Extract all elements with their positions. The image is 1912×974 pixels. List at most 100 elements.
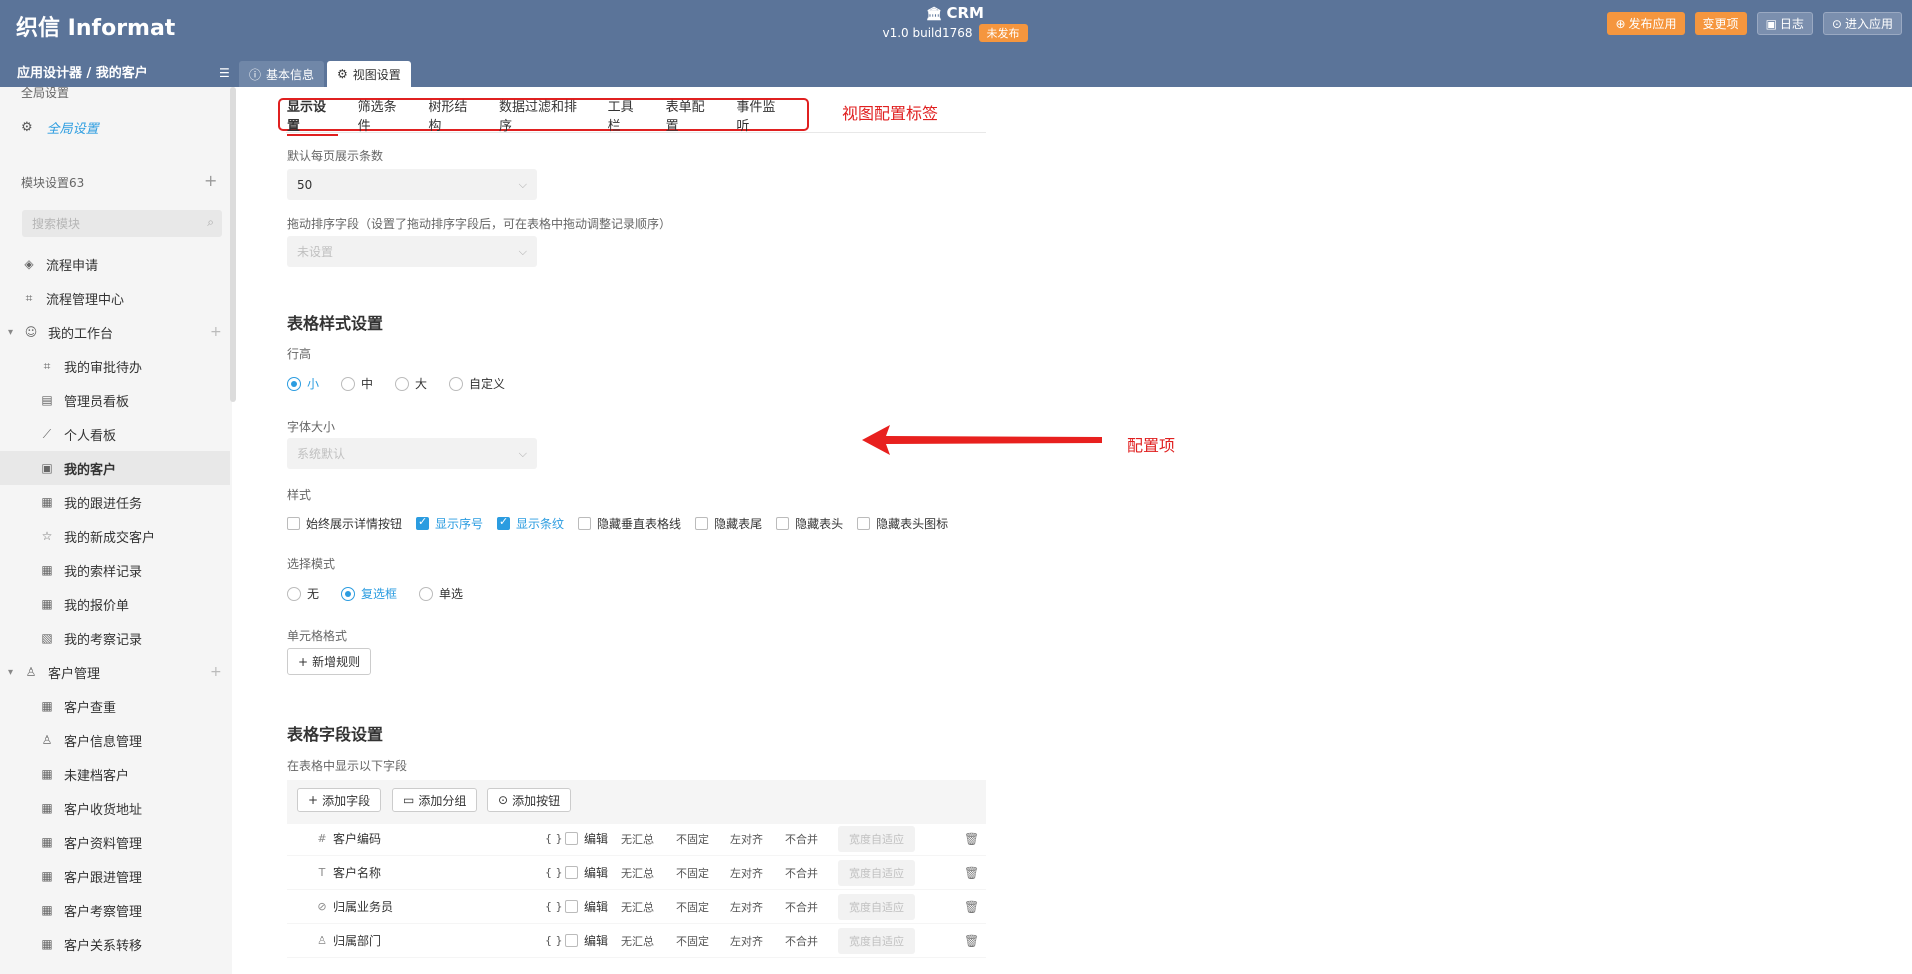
sidebar-item[interactable]: ▦ 客户跟进管理 <box>0 859 230 893</box>
option-hide-header[interactable]: 隐藏表头 <box>776 515 843 532</box>
tab-view-settings[interactable]: ⚙ 视图设置 <box>327 61 411 87</box>
sidebar-scrollbar[interactable] <box>230 87 236 402</box>
sidebar-item-selected[interactable]: ▣ 我的客户 <box>0 451 230 485</box>
expression-icon[interactable]: { } <box>545 832 563 845</box>
width-input[interactable]: 宽度自适应 <box>838 893 915 920</box>
module-search-input[interactable]: 搜索模块 ⌕ <box>22 210 222 237</box>
add-module-icon[interactable]: + <box>204 171 217 190</box>
tab-tree-structure[interactable]: 树形结构 <box>428 100 479 134</box>
sidebar: 全局设置 ⚙ 全局设置 模块设置63 + 搜索模块 ⌕ ◈ 流程申请 ⌗ 流程管理中… <box>0 87 232 974</box>
sidebar-item[interactable]: ◈ 流程申请 <box>0 247 230 281</box>
card-icon: ▣ <box>41 461 53 475</box>
fixed-select[interactable]: 不固定 <box>676 831 709 847</box>
summary-select[interactable]: 无汇总 <box>621 865 654 881</box>
sidebar-item[interactable]: ▦ 客户关系转移 <box>0 927 230 961</box>
add-field-button[interactable]: + 添加字段 <box>297 788 382 812</box>
sidebar-item[interactable]: ▦ 客户查重 <box>0 689 230 723</box>
option-show-stripes[interactable]: 显示条纹 <box>497 515 564 532</box>
option-hide-footer[interactable]: 隐藏表尾 <box>695 515 762 532</box>
sidebar-item[interactable]: ▦ 客户收货地址 <box>0 791 230 825</box>
align-select[interactable]: 左对齐 <box>730 933 763 949</box>
changes-button[interactable]: 变更项 <box>1694 12 1747 35</box>
sidebar-item[interactable]: ▧ 我的考察记录 <box>0 621 230 655</box>
add-icon[interactable]: + <box>210 324 222 340</box>
tab-display-settings[interactable]: 显示设置 <box>287 100 338 136</box>
sidebar-item[interactable]: ▦ 客户考察管理 <box>0 893 230 927</box>
merge-select[interactable]: 不合并 <box>785 933 818 949</box>
enter-app-button[interactable]: ⊙ 进入应用 <box>1822 12 1902 35</box>
drag-sort-select[interactable]: 未设置 ⌵ <box>287 236 537 267</box>
width-input[interactable]: 宽度自适应 <box>838 825 915 852</box>
summary-select[interactable]: 无汇总 <box>621 933 654 949</box>
edit-checkbox[interactable]: 编辑 <box>565 864 608 881</box>
trash-icon[interactable]: 🗑 <box>964 866 979 880</box>
trash-icon[interactable]: 🗑 <box>964 934 979 948</box>
fixed-select[interactable]: 不固定 <box>676 865 709 881</box>
add-rule-button[interactable]: + 新增规则 <box>287 648 372 675</box>
summary-select[interactable]: 无汇总 <box>621 899 654 915</box>
page-size-select[interactable]: 50 ⌵ <box>287 169 537 200</box>
sidebar-item[interactable]: ⌗ 我的审批待办 <box>0 349 230 383</box>
add-icon[interactable]: + <box>210 664 222 680</box>
summary-select[interactable]: 无汇总 <box>621 831 654 847</box>
merge-select[interactable]: 不合并 <box>785 865 818 881</box>
width-input[interactable]: 宽度自适应 <box>838 859 915 886</box>
trash-icon[interactable]: 🗑 <box>964 832 979 846</box>
tab-form-config[interactable]: 表单配置 <box>666 100 717 134</box>
sidebar-item[interactable]: ⌗ 流程管理中心 <box>0 281 230 315</box>
sidebar-item[interactable]: ▦ 未建档客户 <box>0 757 230 791</box>
edit-checkbox[interactable]: 编辑 <box>565 830 608 847</box>
option-hide-header-icon[interactable]: 隐藏表头图标 <box>857 515 948 532</box>
expression-icon[interactable]: { } <box>545 866 563 879</box>
sidebar-item[interactable]: ♙ 客户信息管理 <box>0 723 230 757</box>
merge-select[interactable]: 不合并 <box>785 831 818 847</box>
align-select[interactable]: 左对齐 <box>730 831 763 847</box>
add-group-button[interactable]: ▭ 添加分组 <box>392 788 478 812</box>
font-size-select[interactable]: 系统默认 ⌵ <box>287 438 537 469</box>
row-height-small[interactable]: 小 <box>287 375 319 392</box>
expression-icon[interactable]: { } <box>545 934 563 947</box>
status-badge: 未发布 <box>978 24 1028 42</box>
tab-filter-conditions[interactable]: 筛选条件 <box>358 100 409 134</box>
align-select[interactable]: 左对齐 <box>730 865 763 881</box>
sidebar-item[interactable]: ▦ 我的索样记录 <box>0 553 230 587</box>
select-mode-checkbox[interactable]: 复选框 <box>341 585 397 602</box>
select-mode-none[interactable]: 无 <box>287 585 319 602</box>
row-height-medium[interactable]: 中 <box>341 375 373 392</box>
row-height-custom[interactable]: 自定义 <box>449 375 505 392</box>
option-hide-vertical-lines[interactable]: 隐藏垂直表格线 <box>578 515 681 532</box>
tab-basic-info[interactable]: ⓘ 基本信息 <box>239 61 325 87</box>
sidebar-item[interactable]: ▦ 我的跟进任务 <box>0 485 230 519</box>
tab-toolbar[interactable]: 工具栏 <box>608 100 646 134</box>
add-button-button[interactable]: ⊙ 添加按钮 <box>487 788 572 812</box>
fixed-select[interactable]: 不固定 <box>676 933 709 949</box>
width-input[interactable]: 宽度自适应 <box>838 927 915 954</box>
sidebar-item[interactable]: ⟋ 个人看板 <box>0 417 230 451</box>
page-tabs: ⓘ 基本信息 ⚙ 视图设置 <box>239 61 411 87</box>
sidebar-item[interactable]: ▤ 管理员看板 <box>0 383 230 417</box>
edit-checkbox[interactable]: 编辑 <box>565 932 608 949</box>
sidebar-item[interactable]: ▦ 我的报价单 <box>0 587 230 621</box>
sidebar-item[interactable]: ▦ 客户资料管理 <box>0 825 230 859</box>
row-height-large[interactable]: 大 <box>395 375 427 392</box>
info-icon: ⓘ <box>249 67 262 82</box>
collapse-sidebar-icon[interactable]: ☰ <box>219 66 230 80</box>
tab-event-listener[interactable]: 事件监听 <box>736 100 787 134</box>
publish-button[interactable]: ⊕ 发布应用 <box>1607 12 1685 35</box>
align-select[interactable]: 左对齐 <box>730 899 763 915</box>
merge-select[interactable]: 不合并 <box>785 899 818 915</box>
table-icon: ▦ <box>41 835 53 849</box>
fixed-select[interactable]: 不固定 <box>676 899 709 915</box>
edit-checkbox[interactable]: 编辑 <box>565 898 608 915</box>
trash-icon[interactable]: 🗑 <box>964 900 979 914</box>
tab-data-filter-sort[interactable]: 数据过滤和排序 <box>499 100 588 134</box>
sidebar-item[interactable]: ☆ 我的新成交客户 <box>0 519 230 553</box>
option-always-show-detail[interactable]: 始终展示详情按钮 <box>287 515 402 532</box>
sidebar-item-global-settings[interactable]: ⚙ 全局设置 <box>21 118 99 137</box>
log-button[interactable]: ▣ 日志 <box>1756 12 1813 35</box>
expression-icon[interactable]: { } <box>545 900 563 913</box>
option-show-index[interactable]: 显示序号 <box>416 515 483 532</box>
select-mode-single[interactable]: 单选 <box>419 585 463 602</box>
sidebar-group[interactable]: ▾ ☺ 我的工作台 + <box>0 315 230 349</box>
sidebar-group[interactable]: ▾ ♙ 客户管理 + <box>0 655 230 689</box>
